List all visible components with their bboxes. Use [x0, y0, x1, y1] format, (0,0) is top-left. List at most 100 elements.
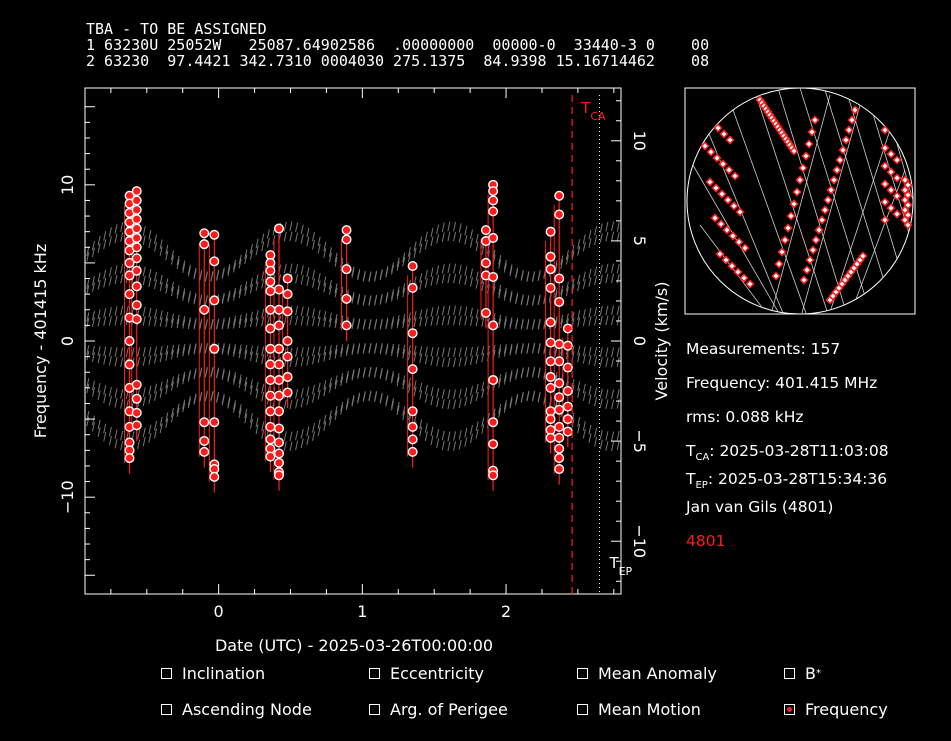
model-dash — [588, 238, 592, 248]
model-dash — [108, 227, 112, 237]
checkbox-bstar[interactable]: B * — [784, 664, 821, 683]
model-dash — [611, 263, 615, 274]
checkbox-arg-of-perigee[interactable]: Arg. of Perigee — [369, 700, 508, 719]
model-dash — [464, 396, 468, 407]
model-dash — [605, 273, 609, 284]
measurement-point — [199, 304, 210, 315]
model-dash — [283, 431, 287, 441]
model-dash — [469, 316, 473, 326]
model-dash — [588, 424, 592, 435]
model-dash — [599, 388, 603, 399]
model-dash — [142, 315, 146, 326]
model-dash — [436, 265, 440, 275]
measurement-point — [131, 214, 142, 225]
measurement-point — [199, 239, 210, 250]
measurement-point — [265, 304, 276, 315]
model-dash — [114, 438, 118, 449]
measurement-point — [282, 371, 293, 382]
model-dash — [306, 307, 310, 317]
checkbox-inclination[interactable]: Inclination — [161, 664, 265, 683]
measurement-point — [209, 471, 220, 482]
measurement-point — [341, 320, 352, 331]
model-dash — [464, 387, 468, 398]
y-tick-label: −10 — [58, 480, 77, 514]
model-dash — [447, 221, 451, 232]
model-dash — [306, 426, 310, 436]
measurement-point — [341, 225, 352, 236]
measurements-count: Measurements: 157 — [686, 340, 841, 358]
measurement-point — [488, 439, 499, 450]
checkbox-box-checked[interactable] — [784, 704, 795, 715]
measurement-point — [480, 225, 491, 236]
y-tick-label: 10 — [58, 175, 77, 195]
checkbox-mean-motion[interactable]: Mean Motion — [577, 700, 701, 719]
model-dash — [616, 305, 620, 316]
model-dash — [142, 235, 146, 245]
checkbox-box[interactable] — [577, 704, 588, 715]
checkbox-box[interactable] — [161, 704, 172, 715]
measurement-point — [131, 393, 142, 404]
model-dash — [458, 347, 462, 357]
model-dash — [108, 435, 112, 446]
x-tick-label: 2 — [501, 602, 511, 621]
measurement-point — [265, 343, 276, 354]
model-dash — [616, 389, 620, 399]
model-dash — [441, 222, 445, 232]
checkbox-box[interactable] — [369, 668, 380, 679]
model-dash — [306, 236, 310, 247]
model-dash — [289, 431, 293, 442]
checkbox-eccentricity[interactable]: Eccentricity — [369, 664, 484, 683]
checkbox-box[interactable] — [369, 704, 380, 715]
model-dash — [120, 357, 124, 367]
measurement-point — [554, 421, 565, 432]
measurement-point — [131, 420, 142, 431]
measurement-point — [265, 265, 276, 276]
model-dash — [295, 398, 299, 409]
model-dash — [424, 384, 428, 395]
measurement-point — [554, 339, 565, 350]
model-dash — [447, 399, 451, 410]
model-dash — [605, 305, 609, 316]
model-dash — [599, 274, 603, 285]
frequency-chart[interactable]: 0 1 2 10 0 −10 10 5 0 −5 −10 Frequency - 401415 kH… — [0, 0, 951, 741]
checkbox-box[interactable] — [784, 668, 795, 679]
model-dash — [611, 357, 615, 368]
model-dash — [430, 316, 434, 326]
measurement-point — [265, 421, 276, 432]
rms-value: rms: 0.088 kHz — [686, 408, 804, 426]
checkbox-ascending-node[interactable]: Ascending Node — [161, 700, 312, 719]
model-dash — [447, 389, 451, 400]
checkbox-mean-anomaly[interactable]: Mean Anomaly — [577, 664, 717, 683]
model-dash — [424, 316, 428, 327]
measurement-point — [131, 314, 142, 325]
model-dash — [599, 315, 603, 326]
measurement-point — [131, 407, 142, 418]
model-dash — [103, 239, 107, 249]
checkbox-box[interactable] — [577, 668, 588, 679]
model-dash — [142, 266, 146, 277]
model-dash — [300, 274, 304, 285]
model-dash — [430, 346, 434, 357]
measurement-point — [265, 323, 276, 334]
measurement-point — [488, 375, 499, 386]
checkbox-box[interactable] — [161, 668, 172, 679]
measurement-point — [273, 390, 284, 401]
model-dash — [142, 396, 146, 407]
measurement-point — [265, 286, 276, 297]
ground-track-globe — [684, 87, 916, 315]
model-dash — [120, 263, 124, 274]
measurement-point — [562, 385, 573, 396]
model-dash — [148, 268, 152, 279]
model-dash — [611, 399, 615, 410]
measurement-point — [545, 371, 556, 382]
model-dash — [300, 438, 304, 449]
model-dash — [458, 439, 462, 450]
measurement-point — [554, 296, 565, 307]
model-dash — [447, 441, 451, 452]
checkbox-frequency[interactable]: Frequency — [784, 700, 888, 719]
model-dash — [588, 229, 592, 240]
measurement-point — [273, 284, 284, 295]
model-dash — [103, 346, 107, 357]
model-dash — [447, 273, 451, 284]
model-dash — [436, 347, 440, 357]
